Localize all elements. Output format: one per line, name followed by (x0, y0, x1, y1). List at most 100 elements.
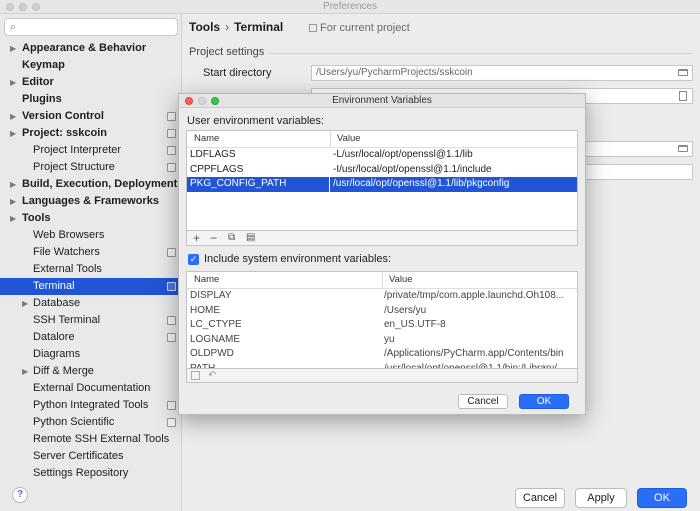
sidebar-item-label: Web Browsers (33, 229, 105, 241)
table-row[interactable]: LOGNAME yu (187, 333, 577, 348)
expand-arrow-icon[interactable]: ▶ (10, 40, 16, 57)
for-current-project-label: For current project (320, 22, 410, 34)
sidebar-item-remote-ssh-external-tools[interactable]: Remote SSH External Tools (0, 431, 181, 448)
dialog-cancel-button[interactable]: Cancel (458, 394, 508, 409)
expand-arrow-icon[interactable]: ▶ (22, 295, 28, 312)
expand-arrow-icon[interactable]: ▶ (10, 210, 16, 227)
sidebar-item-server-certificates[interactable]: Server Certificates (0, 448, 181, 465)
breadcrumb-tools[interactable]: Tools (189, 20, 220, 34)
variable-value: /Applications/PyCharm.app/Contents/bin (384, 348, 564, 359)
dialog-ok-button[interactable]: OK (519, 394, 569, 409)
expand-arrow-icon[interactable]: ▶ (10, 108, 16, 125)
expand-arrow-icon[interactable]: ▶ (10, 74, 16, 91)
folder-icon[interactable] (678, 145, 688, 152)
column-divider (330, 131, 331, 147)
project-settings-heading: Project settings (189, 46, 265, 58)
variable-name: CPPFLAGS (190, 163, 244, 175)
paste-icon[interactable]: ▤ (246, 231, 255, 245)
sidebar-item-datalore[interactable]: Datalore (0, 329, 181, 346)
remove-icon[interactable]: − (210, 231, 217, 245)
undo-icon[interactable]: ↶ (208, 369, 216, 383)
sidebar-item-terminal[interactable]: Terminal (0, 278, 181, 295)
table-row[interactable]: PKG_CONFIG_PATH/usr/local/opt/openssl@1.… (187, 177, 577, 192)
value-column-header[interactable]: Value (389, 272, 413, 288)
user-variables-toolbar: + − ⧉ ▤ (186, 231, 578, 246)
sidebar-item-ssh-terminal[interactable]: SSH Terminal (0, 312, 181, 329)
table-row[interactable]: HOME/Users/yu (187, 304, 577, 319)
sidebar-item-build-execution-deployment[interactable]: ▶ Build, Execution, Deployment (0, 176, 181, 193)
user-variables-table[interactable]: Name Value LDFLAGS -L/usr/local/opt/opens… (186, 130, 578, 231)
cancel-button[interactable]: Cancel (515, 488, 565, 508)
settings-sidebar: ⌕ ▶ Appearance & Behavior Keymap ▶ Editor Plu… (0, 14, 182, 511)
sidebar-item-settings-repository[interactable]: Settings Repository (0, 465, 181, 482)
sidebar-item-python-scientific[interactable]: Python Scientific (0, 414, 181, 431)
variable-name: HOME (190, 304, 220, 316)
sidebar-item-web-browsers[interactable]: Web Browsers (0, 227, 181, 244)
zoom-window-button[interactable] (32, 3, 40, 11)
name-column-header[interactable]: Name (194, 131, 219, 147)
settings-search-input[interactable]: ⌕ (4, 18, 178, 36)
sidebar-item-label: Project Structure (33, 161, 115, 173)
system-variables-table[interactable]: Name Value DISPLAY/private/tmp/com.apple… (186, 271, 578, 369)
dialog-minimize-button[interactable] (198, 97, 206, 105)
variable-name: LOGNAME (190, 333, 241, 345)
copy-icon[interactable] (191, 371, 200, 380)
include-system-checkbox[interactable]: ✓ (188, 254, 199, 265)
edit-environment-icon[interactable] (679, 91, 687, 101)
sidebar-item-version-control[interactable]: ▶ Version Control (0, 108, 181, 125)
environment-variables-dialog: Environment Variables User environment v… (178, 93, 586, 415)
sidebar-item-languages-frameworks[interactable]: ▶ Languages & Frameworks (0, 193, 181, 210)
dialog-zoom-button[interactable] (211, 97, 219, 105)
sidebar-item-plugins[interactable]: Plugins (0, 91, 181, 108)
sidebar-item-label: Datalore (33, 331, 75, 343)
variable-value: -I/usr/local/opt/openssl@1.1/include (333, 163, 492, 175)
dialog-title: Environment Variables (332, 95, 432, 106)
folder-icon[interactable] (678, 69, 688, 76)
copy-icon[interactable]: ⧉ (228, 231, 235, 245)
name-column-header[interactable]: Name (194, 272, 219, 288)
add-icon[interactable]: + (193, 231, 200, 245)
dialog-close-button[interactable] (185, 97, 193, 105)
column-divider (382, 272, 383, 288)
variable-value: -L/usr/local/opt/openssl@1.1/lib (333, 149, 473, 160)
sidebar-item-label: Diff & Merge (33, 365, 94, 377)
value-column-header[interactable]: Value (337, 131, 361, 147)
close-window-button[interactable] (6, 3, 14, 11)
expand-arrow-icon[interactable]: ▶ (10, 125, 16, 142)
sidebar-item-keymap[interactable]: Keymap (0, 57, 181, 74)
sidebar-item-project-interpreter[interactable]: Project Interpreter (0, 142, 181, 159)
table-row[interactable]: DISPLAY/private/tmp/com.apple.launchd.Oh… (187, 289, 577, 304)
sidebar-item-external-documentation[interactable]: External Documentation (0, 380, 181, 397)
table-row[interactable]: CPPFLAGS -I/usr/local/opt/openssl@1.1/inc… (187, 163, 577, 178)
table-row[interactable]: PATH/usr/local/opt/openssl@1.1/bin:/Libr… (187, 362, 577, 369)
ok-button[interactable]: OK (637, 488, 687, 508)
sidebar-item-database[interactable]: ▶ Database (0, 295, 181, 312)
sidebar-item-tools[interactable]: ▶ Tools (0, 210, 181, 227)
help-button[interactable]: ? (12, 487, 28, 503)
sidebar-item-appearance-behavior[interactable]: ▶ Appearance & Behavior (0, 40, 181, 57)
table-row[interactable]: LDFLAGS -L/usr/local/opt/openssl@1.1/lib (187, 148, 577, 163)
minimize-window-button[interactable] (19, 3, 27, 11)
project-scope-icon (167, 129, 176, 138)
sidebar-item-diff-merge[interactable]: ▶ Diff & Merge (0, 363, 181, 380)
sidebar-item-file-watchers[interactable]: File Watchers (0, 244, 181, 261)
expand-arrow-icon[interactable]: ▶ (10, 193, 16, 210)
sidebar-item-python-integrated-tools[interactable]: Python Integrated Tools (0, 397, 181, 414)
variable-value: /usr/local/opt/openssl@1.1/bin:/Library/… (384, 362, 566, 369)
sidebar-item-external-tools[interactable]: External Tools (0, 261, 181, 278)
sidebar-item-project-structure[interactable]: Project Structure (0, 159, 181, 176)
start-directory-field[interactable]: /Users/yu/PycharmProjects/sskcoin (311, 65, 693, 81)
expand-arrow-icon[interactable]: ▶ (10, 176, 16, 193)
sidebar-item-project-sskcoin[interactable]: ▶ Project: sskcoin (0, 125, 181, 142)
project-scope-icon (167, 316, 176, 325)
sidebar-item-editor[interactable]: ▶ Editor (0, 74, 181, 91)
sidebar-item-label: Remote SSH External Tools (33, 433, 170, 445)
user-variables-label: User environment variables: (187, 115, 324, 127)
apply-button[interactable]: Apply (575, 488, 627, 508)
table-row[interactable]: OLDPWD/Applications/PyCharm.app/Contents… (187, 347, 577, 362)
for-current-project-note: For current project (309, 22, 410, 34)
table-row[interactable]: LC_CTYPE en_US.UTF-8 (187, 318, 577, 333)
sidebar-item-diagrams[interactable]: Diagrams (0, 346, 181, 363)
sidebar-item-label: Diagrams (33, 348, 81, 360)
expand-arrow-icon[interactable]: ▶ (22, 363, 28, 380)
